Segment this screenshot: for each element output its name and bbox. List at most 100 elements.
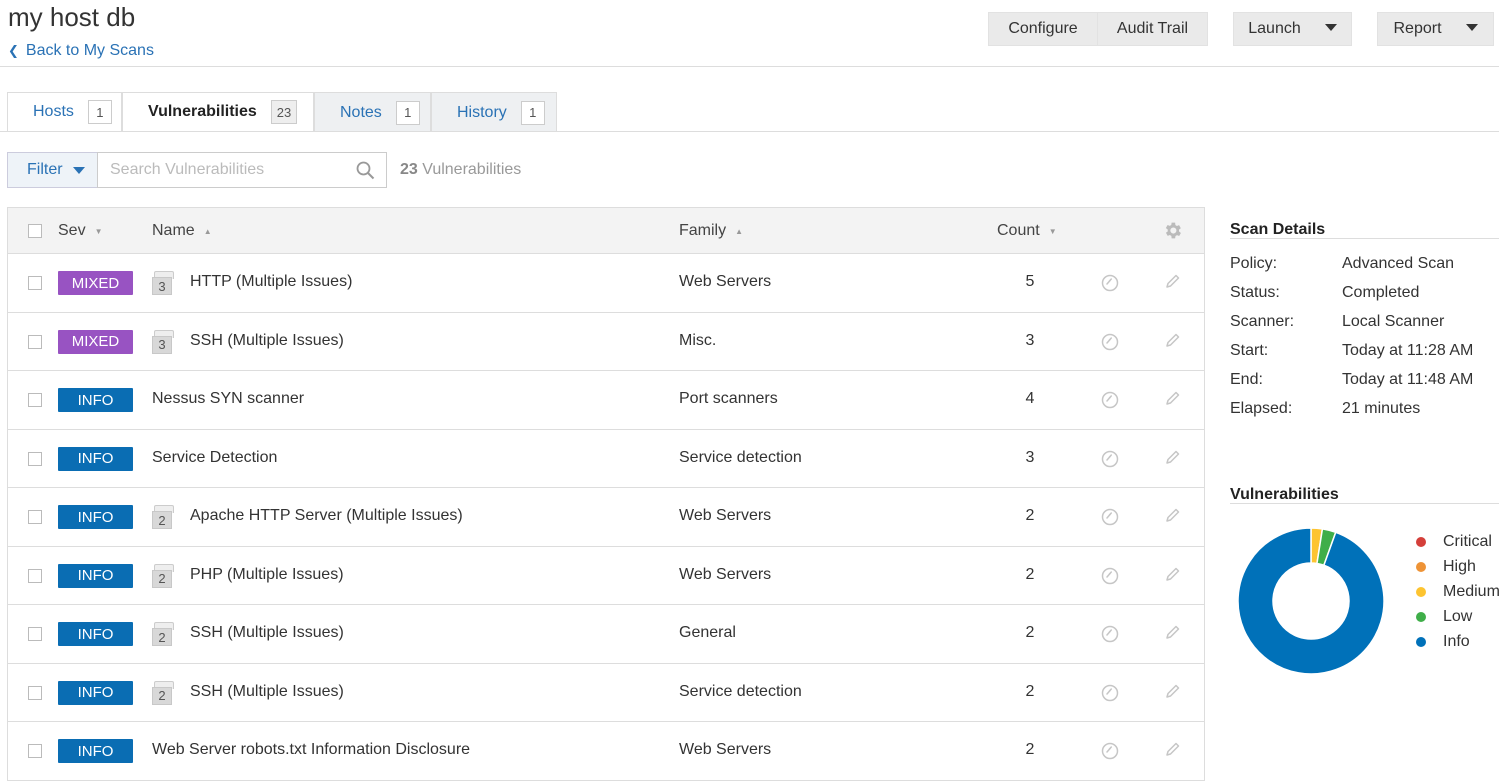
table-row[interactable]: INFO Service Detection Service detection 3 [8, 430, 1204, 488]
vulnerability-name[interactable]: Web Server robots.txt Information Disclo… [152, 741, 470, 759]
tab-history[interactable]: History 1 [431, 92, 557, 132]
row-checkbox[interactable] [28, 744, 42, 758]
vulnerability-count: 23 Vulnerabilities [400, 161, 521, 179]
row-checkbox[interactable] [28, 627, 42, 641]
table-row[interactable]: MIXED 3 SSH (Multiple Issues) Misc. 3 [8, 313, 1204, 371]
edit-pencil-icon[interactable] [1164, 566, 1181, 583]
table-row[interactable]: INFO 2 Apache HTTP Server (Multiple Issues… [8, 488, 1204, 547]
scan-detail-key: Policy: [1230, 255, 1278, 272]
vulnerabilities-table: Sev ▼ Name ▲ Family ▲ Count ▼ MIXED 3 HTTP… [7, 207, 1205, 781]
legend-item: Info [1416, 629, 1499, 654]
column-header-name[interactable]: Name ▲ [152, 222, 212, 240]
row-checkbox[interactable] [28, 276, 42, 290]
edit-pencil-icon[interactable] [1164, 507, 1181, 524]
edit-pencil-icon[interactable] [1164, 449, 1181, 466]
check-circle-icon[interactable] [1101, 742, 1119, 760]
vulnerabilities-donut-chart [1237, 527, 1385, 675]
check-circle-icon[interactable] [1101, 684, 1119, 702]
edit-pencil-icon[interactable] [1164, 390, 1181, 407]
legend-dot [1416, 536, 1426, 547]
scan-detail-key: End: [1230, 371, 1263, 388]
check-cell [1101, 742, 1119, 765]
vulnerability-name[interactable]: PHP (Multiple Issues) [190, 566, 344, 584]
column-header-count[interactable]: Count ▼ [997, 222, 1057, 240]
tab-notes[interactable]: Notes 1 [314, 92, 431, 132]
sort-asc-icon: ▲ [203, 226, 212, 236]
row-checkbox[interactable] [28, 451, 42, 466]
check-circle-icon[interactable] [1101, 567, 1119, 585]
gear-icon[interactable] [1162, 220, 1183, 241]
edit-pencil-icon[interactable] [1164, 332, 1181, 349]
configure-button[interactable]: Configure [988, 12, 1098, 46]
scan-detail-value: Completed [1342, 284, 1420, 301]
row-checkbox[interactable] [28, 568, 42, 583]
tab-label: History [457, 103, 507, 121]
vulnerability-count-cell: 5 [1025, 273, 1035, 290]
check-circle-icon[interactable] [1101, 625, 1119, 643]
edit-pencil-icon[interactable] [1164, 624, 1181, 641]
vulnerability-name[interactable]: HTTP (Multiple Issues) [190, 273, 352, 291]
folder-icon: 2 [152, 505, 178, 529]
vulnerability-name[interactable]: SSH (Multiple Issues) [190, 332, 344, 350]
legend-item: High [1416, 554, 1499, 579]
vulnerabilities-panel-title: Vulnerabilities [1230, 472, 1499, 504]
search-box [97, 152, 387, 188]
vulnerability-count-cell: 2 [1025, 507, 1035, 524]
check-circle-icon[interactable] [1101, 391, 1119, 409]
table-row[interactable]: INFO 2 SSH (Multiple Issues) General 2 [8, 605, 1204, 664]
check-cell [1101, 274, 1119, 297]
search-input[interactable] [98, 154, 350, 186]
scan-detail-key: Elapsed: [1230, 400, 1293, 417]
group-count: 2 [152, 686, 172, 705]
column-label: Count [997, 222, 1040, 239]
edit-pencil-icon[interactable] [1164, 741, 1181, 758]
check-circle-icon[interactable] [1101, 450, 1119, 468]
edit-pencil-icon[interactable] [1164, 273, 1181, 290]
back-to-scans-link[interactable]: ❮ Back to My Scans [8, 42, 154, 60]
audit-trail-button[interactable]: Audit Trail [1097, 12, 1208, 46]
row-checkbox[interactable] [28, 334, 42, 349]
search-icon[interactable] [356, 161, 375, 180]
back-link-label: Back to My Scans [25, 42, 154, 59]
severity-badge: INFO [58, 680, 133, 705]
column-header-sev[interactable]: Sev ▼ [58, 222, 103, 240]
scan-detail-value: 21 minutes [1342, 400, 1421, 417]
vulnerability-name[interactable]: Nessus SYN scanner [152, 390, 304, 408]
check-circle-icon[interactable] [1101, 508, 1119, 526]
table-body: MIXED 3 HTTP (Multiple Issues) Web Servers 5… [8, 254, 1204, 781]
column-header-family[interactable]: Family ▲ [679, 222, 743, 240]
legend-item: Critical [1416, 529, 1499, 554]
vulnerability-count-cell: 3 [1025, 448, 1035, 466]
table-header: Sev ▼ Name ▲ Family ▲ Count ▼ [8, 208, 1204, 254]
vulnerability-name[interactable]: Apache HTTP Server (Multiple Issues) [190, 507, 463, 525]
launch-button[interactable]: Launch [1233, 12, 1352, 46]
table-row[interactable]: INFO Nessus SYN scanner Port scanners 4 [8, 371, 1204, 430]
edit-cell [1164, 624, 1181, 646]
row-checkbox[interactable] [28, 393, 42, 407]
row-checkbox[interactable] [28, 685, 42, 700]
vulnerabilities-panel: Vulnerabilities [1230, 472, 1499, 504]
report-button[interactable]: Report [1377, 12, 1494, 46]
select-all-checkbox[interactable] [28, 224, 42, 238]
tab-hosts[interactable]: Hosts 1 [7, 92, 122, 132]
check-cell [1101, 625, 1119, 648]
vulnerability-name[interactable]: SSH (Multiple Issues) [190, 683, 344, 701]
filter-button[interactable]: Filter [7, 152, 98, 188]
table-row[interactable]: MIXED 3 HTTP (Multiple Issues) Web Servers 5 [8, 254, 1204, 313]
vulnerability-name[interactable]: SSH (Multiple Issues) [190, 624, 344, 642]
table-row[interactable]: INFO 2 SSH (Multiple Issues) Service detect… [8, 664, 1204, 722]
vulnerability-name[interactable]: Service Detection [152, 449, 277, 467]
row-checkbox[interactable] [28, 510, 42, 524]
check-cell [1101, 333, 1119, 356]
check-circle-icon[interactable] [1101, 333, 1119, 351]
tab-vulnerabilities[interactable]: Vulnerabilities 23 [122, 92, 314, 132]
scan-details-panel: Scan Details Policy: Advanced Scan Status:… [1230, 207, 1499, 417]
table-row[interactable]: INFO 2 PHP (Multiple Issues) Web Servers 2 [8, 547, 1204, 605]
edit-pencil-icon[interactable] [1164, 683, 1181, 700]
vulnerability-count-cell: 2 [1025, 682, 1035, 700]
table-row[interactable]: INFO Web Server robots.txt Information Di… [8, 722, 1204, 781]
launch-label: Launch [1248, 20, 1301, 37]
sort-desc-icon: ▼ [1048, 226, 1057, 236]
tab-label: Vulnerabilities [148, 103, 257, 120]
check-circle-icon[interactable] [1101, 274, 1119, 292]
